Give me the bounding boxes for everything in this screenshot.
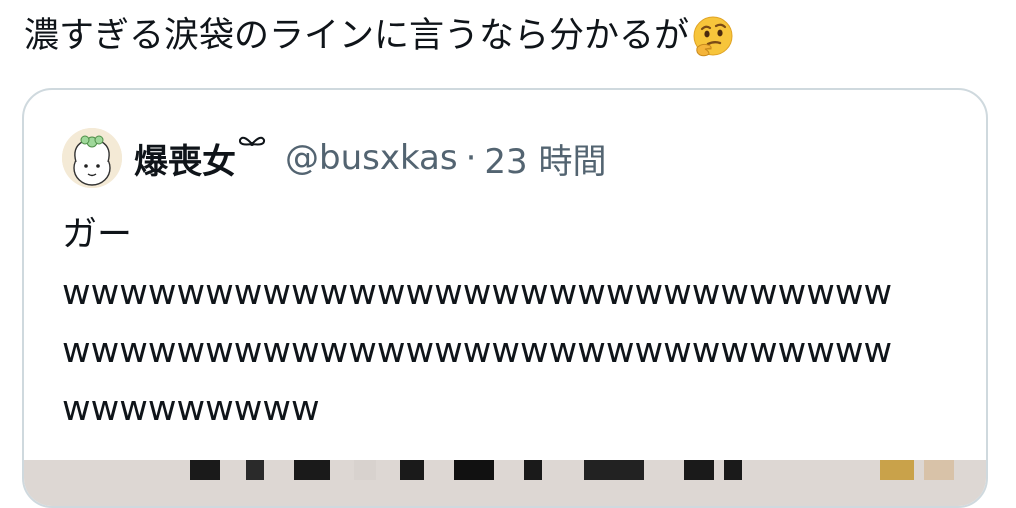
quoted-tweet-header: 爆喪女 @busxkas · 23 時間 — [62, 128, 607, 188]
body-line: wwwwwwwwwwwwwwwwwwwwwwwwwwwww — [62, 273, 893, 313]
tweet-text: 濃すぎる涙袋のラインに言うなら分かるが — [24, 10, 735, 62]
ribbon-icon — [237, 132, 267, 156]
quoted-tweet-body: ガー wwwwwwwwwwwwwwwwwwwwwwwwwwwww wwwwwww… — [62, 206, 962, 438]
thinking-face-icon — [691, 15, 735, 59]
tweet-text-content: 濃すぎる涙袋のラインに言うなら分かるが — [24, 16, 690, 56]
quoted-tweet-card[interactable]: 爆喪女 @busxkas · 23 時間 ガー wwwwwwwwwwwwwwww… — [22, 88, 988, 508]
display-name[interactable]: 爆喪女 — [134, 134, 236, 183]
body-line: wwwwwwwww — [62, 389, 320, 429]
timestamp[interactable]: 23 時間 — [484, 134, 606, 183]
separator-dot: · — [465, 138, 477, 178]
avatar[interactable] — [62, 128, 122, 188]
body-line: ガー — [62, 215, 133, 255]
quoted-media-preview[interactable] — [24, 460, 986, 506]
user-handle[interactable]: @busxkas — [285, 138, 458, 178]
body-line: wwwwwwwwwwwwwwwwwwwwwwwwwwwww — [62, 331, 893, 371]
